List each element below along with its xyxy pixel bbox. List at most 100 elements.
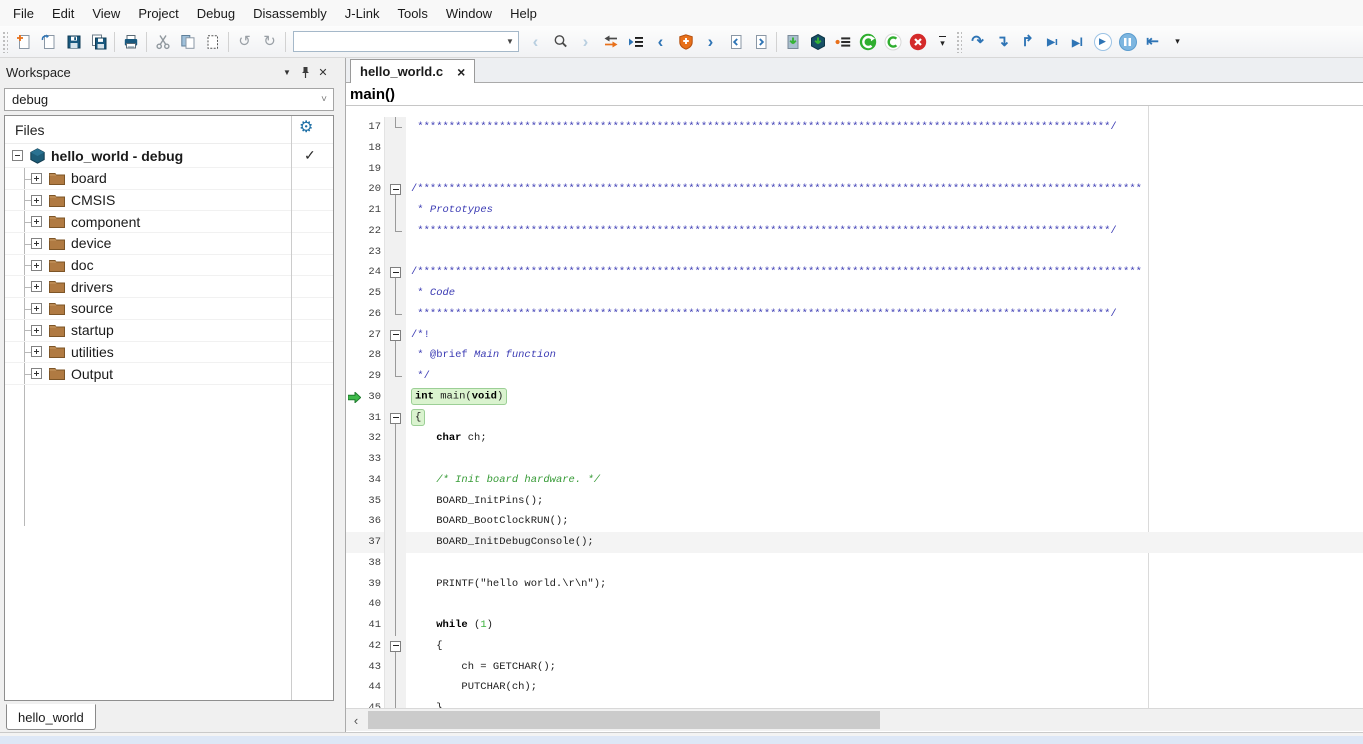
debug-toolbar-overflow-button[interactable]: ▾ [1165, 29, 1190, 54]
fold-collapse-icon[interactable] [384, 179, 406, 200]
line-number[interactable]: 38 [346, 553, 384, 574]
workspace-menu-button[interactable]: ▼ [278, 63, 296, 81]
code-line[interactable]: 35 BOARD_InitPins(); [346, 491, 1363, 512]
stop-build-button[interactable] [905, 29, 930, 54]
swap-view-button[interactable] [598, 29, 623, 54]
scrollbar-thumb[interactable] [368, 711, 880, 729]
editor-tab[interactable]: hello_world.c × [350, 59, 475, 83]
go-to-function-button[interactable] [623, 29, 648, 54]
download-button[interactable] [780, 29, 805, 54]
workspace-bottom-tab[interactable]: hello_world [6, 704, 96, 730]
code-line[interactable]: 33 [346, 449, 1363, 470]
tree-folder-doc[interactable]: doc [5, 255, 333, 277]
tree-folder-startup[interactable]: startup [5, 320, 333, 342]
tree-folder-output[interactable]: Output [5, 363, 333, 385]
code-line[interactable]: 38 [346, 553, 1363, 574]
line-number[interactable]: 45 [346, 698, 384, 708]
expand-box-icon[interactable] [31, 346, 42, 357]
next-statement-button[interactable]: ▶ı [1040, 29, 1065, 54]
tree-folder-component[interactable]: component [5, 211, 333, 233]
line-number[interactable]: 33 [346, 449, 384, 470]
chevron-down-icon[interactable]: ▼ [502, 32, 518, 51]
cut-button[interactable] [150, 29, 175, 54]
code-line[interactable]: 26 *************************************… [346, 304, 1363, 325]
scroll-left-button[interactable]: ‹ [346, 709, 366, 731]
code-line[interactable]: 41 while (1) [346, 615, 1363, 636]
menu-edit[interactable]: Edit [43, 2, 83, 25]
save-button[interactable] [61, 29, 86, 54]
code-area[interactable]: 17 *************************************… [346, 106, 1363, 708]
tree-folder-drivers[interactable]: drivers [5, 276, 333, 298]
line-number[interactable]: 37 [346, 532, 384, 553]
step-over-button[interactable]: ↷ [965, 29, 990, 54]
code-line[interactable]: 20/*************************************… [346, 179, 1363, 200]
toolbar-overflow-button[interactable]: ▾ [930, 29, 955, 54]
code-line[interactable]: 42 { [346, 636, 1363, 657]
expand-box-icon[interactable] [31, 195, 42, 206]
go-button[interactable]: ▶ [1090, 29, 1115, 54]
compile-button[interactable] [880, 29, 905, 54]
next-bookmark-button[interactable] [748, 29, 773, 54]
line-number[interactable]: 31 [346, 408, 384, 429]
find-combobox[interactable]: ▼ [293, 31, 519, 52]
line-number[interactable]: 18 [346, 138, 384, 159]
line-number[interactable]: 32 [346, 428, 384, 449]
code-line[interactable]: 25 * Code [346, 283, 1363, 304]
line-number[interactable]: 36 [346, 511, 384, 532]
code-line[interactable]: 31{ [346, 408, 1363, 429]
line-number[interactable]: 42 [346, 636, 384, 657]
code-line[interactable]: 17 *************************************… [346, 117, 1363, 138]
function-selector-bar[interactable]: main() [346, 83, 1363, 106]
line-number[interactable]: 29 [346, 366, 384, 387]
print-button[interactable] [118, 29, 143, 54]
break-button[interactable] [1115, 29, 1140, 54]
toggle-bookmark-button[interactable] [673, 29, 698, 54]
fold-collapse-icon[interactable] [384, 325, 406, 346]
expand-box-icon[interactable] [31, 260, 42, 271]
tree-folder-utilities[interactable]: utilities [5, 342, 333, 364]
line-number[interactable]: 28 [346, 345, 384, 366]
redo-button[interactable]: ↻ [257, 29, 282, 54]
tree-folder-board[interactable]: board [5, 168, 333, 190]
line-number[interactable]: 43 [346, 657, 384, 678]
step-into-button[interactable]: ↴ [990, 29, 1015, 54]
files-column-header[interactable]: Files ⚙ [5, 116, 333, 144]
save-all-button[interactable] [86, 29, 111, 54]
code-line[interactable]: 18 [346, 138, 1363, 159]
make-button[interactable] [855, 29, 880, 54]
line-number[interactable]: 23 [346, 242, 384, 263]
line-number[interactable]: 26 [346, 304, 384, 325]
toolbar-grip[interactable] [956, 31, 962, 53]
paste-button[interactable] [200, 29, 225, 54]
close-icon[interactable]: × [457, 65, 465, 79]
run-to-cursor-button[interactable]: ▶I [1065, 29, 1090, 54]
line-number[interactable]: 39 [346, 574, 384, 595]
code-line[interactable]: 27/*! [346, 325, 1363, 346]
line-number[interactable]: 44 [346, 677, 384, 698]
code-line[interactable]: 22 *************************************… [346, 221, 1363, 242]
menu-view[interactable]: View [83, 2, 129, 25]
line-number[interactable]: 17 [346, 117, 384, 138]
menu-project[interactable]: Project [129, 2, 187, 25]
code-line[interactable]: 37 BOARD_InitDebugConsole(); [346, 532, 1363, 553]
code-line[interactable]: 23 [346, 242, 1363, 263]
previous-bookmark-button[interactable] [723, 29, 748, 54]
tree-folder-cmsis[interactable]: CMSIS [5, 190, 333, 212]
new-document-button[interactable] [11, 29, 36, 54]
line-number[interactable]: 20 [346, 179, 384, 200]
fold-collapse-icon[interactable] [384, 636, 406, 657]
menu-debug[interactable]: Debug [188, 2, 244, 25]
line-number[interactable]: 34 [346, 470, 384, 491]
workspace-pin-icon[interactable] [296, 63, 314, 81]
menu-tools[interactable]: Tools [388, 2, 436, 25]
line-number[interactable]: 24 [346, 262, 384, 283]
code-line[interactable]: 34 /* Init board hardware. */ [346, 470, 1363, 491]
expand-box-icon[interactable] [31, 216, 42, 227]
undo-button[interactable]: ↺ [232, 29, 257, 54]
tree-folder-device[interactable]: device [5, 233, 333, 255]
menu-jlink[interactable]: J-Link [336, 2, 389, 25]
code-line[interactable]: 39 PRINTF("hello world.\r\n"); [346, 574, 1363, 595]
code-line[interactable]: 43 ch = GETCHAR(); [346, 657, 1363, 678]
code-line[interactable]: 24/*************************************… [346, 262, 1363, 283]
open-file-button[interactable] [36, 29, 61, 54]
